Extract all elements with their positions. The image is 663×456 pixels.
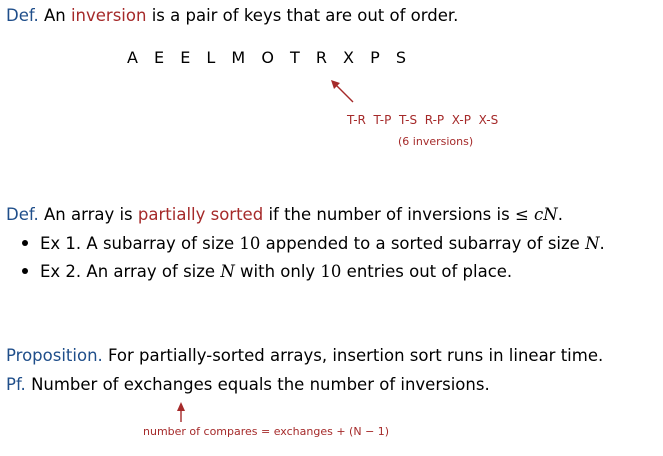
n-variable: N	[220, 262, 235, 281]
bullet-text-mid: with only	[240, 262, 316, 281]
bullet-icon	[22, 267, 28, 274]
list-item: Ex 2. An array of size N with only 10 en…	[22, 262, 512, 282]
inversion-pairs: T-R T-P T-S R-P X-P X-S	[347, 113, 499, 127]
def-label: Def.	[6, 205, 39, 224]
bullet-icon	[22, 239, 28, 246]
def-text-pre: An array is	[43, 205, 133, 224]
def-end: .	[557, 205, 563, 224]
n-variable: N	[543, 205, 558, 224]
inversion-count: (6 inversions)	[398, 135, 474, 148]
proposition-label: Proposition.	[6, 346, 103, 365]
proof: Pf. Number of exchanges equals the numbe…	[6, 375, 490, 395]
partially-sorted-term: partially sorted	[137, 205, 264, 224]
n-variable: N	[585, 234, 600, 253]
bullet-number: 10	[239, 234, 261, 253]
def-text-post: if the number of inversions is	[268, 205, 510, 224]
proof-label: Pf.	[6, 375, 26, 394]
bullet-text-mid: appended to a sorted subarray of size	[265, 234, 580, 253]
bullet-end: entries out of place.	[346, 262, 513, 281]
bullet-number: 10	[320, 262, 342, 281]
proposition: Proposition. For partially-sorted arrays…	[6, 346, 603, 366]
le-symbol: ≤	[514, 205, 529, 224]
partially-sorted-definition: Def. An array is partially sorted if the…	[6, 205, 563, 225]
bullet-end: .	[599, 234, 605, 253]
bullet-text-pre: Ex 1. A subarray of size	[40, 234, 235, 253]
proposition-text: For partially-sorted arrays, insertion s…	[108, 346, 604, 365]
proof-text: Number of exchanges equals the number of…	[31, 375, 490, 394]
compares-footnote: number of compares = exchanges + (N − 1)	[143, 425, 390, 438]
bullet-text-pre: Ex 2. An array of size	[40, 262, 216, 281]
c-variable: c	[534, 205, 544, 224]
list-item: Ex 1. A subarray of size 10 appended to …	[22, 234, 605, 254]
